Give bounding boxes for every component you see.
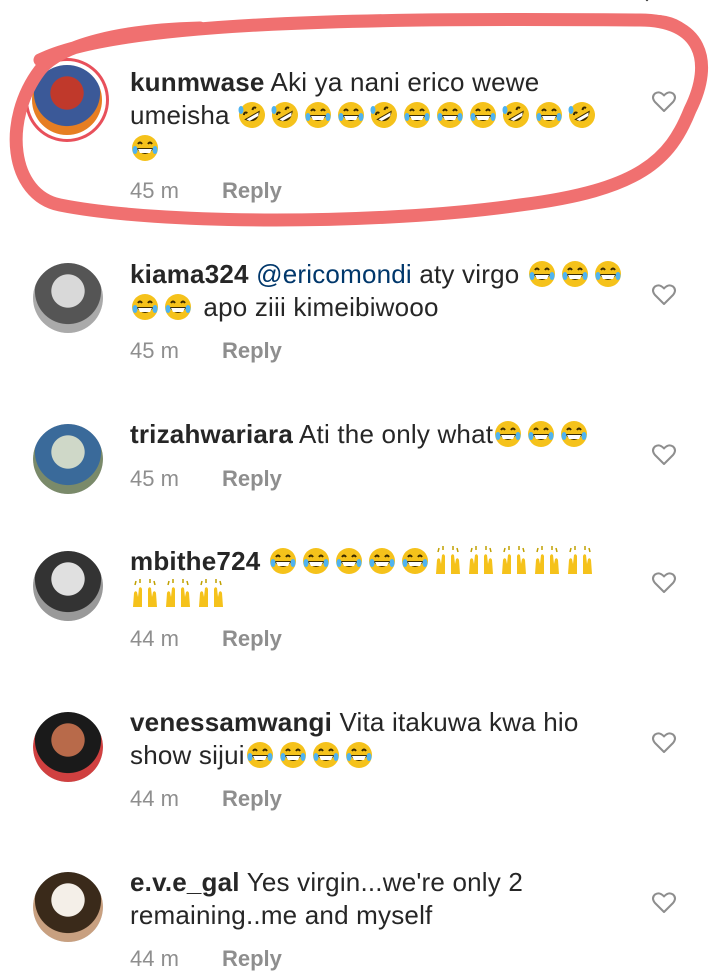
grinning-sweat-emoji-icon xyxy=(560,259,590,289)
rofl-emoji-icon xyxy=(270,100,300,130)
comment-meta: 44 m Reply xyxy=(130,786,282,812)
grinning-sweat-emoji-icon xyxy=(268,546,298,576)
reply-button[interactable]: Reply xyxy=(222,786,282,811)
comment-body xyxy=(260,546,267,576)
grinning-sweat-emoji-icon xyxy=(468,100,498,130)
avatar[interactable] xyxy=(33,712,103,782)
reply-button[interactable]: Reply xyxy=(222,946,282,971)
comment-text: venessamwangi Vita itakuwa kwa hio show … xyxy=(130,706,630,772)
grinning-sweat-emoji-icon xyxy=(336,100,366,130)
comment-text: kiama324 @ericomondi aty virgo apo ziii … xyxy=(130,258,630,324)
grinning-sweat-emoji-icon xyxy=(130,133,160,163)
grinning-sweat-emoji-icon xyxy=(435,100,465,130)
comment-meta: 45 m Reply xyxy=(130,338,282,364)
rofl-emoji-icon xyxy=(567,100,597,130)
grinning-sweat-emoji-icon xyxy=(303,100,333,130)
chevron-down-icon[interactable] xyxy=(640,0,654,6)
comment-username[interactable]: kunmwase xyxy=(130,67,265,97)
avatar[interactable] xyxy=(33,551,103,621)
avatar[interactable] xyxy=(33,424,103,494)
grinning-sweat-emoji-icon xyxy=(402,100,432,130)
raised-hands-emoji-icon xyxy=(196,579,226,609)
rofl-emoji-icon xyxy=(501,100,531,130)
like-heart-icon[interactable] xyxy=(651,731,677,755)
avatar[interactable] xyxy=(33,872,103,942)
like-heart-icon[interactable] xyxy=(651,443,677,467)
comment-meta: 45 m Reply xyxy=(130,178,282,204)
comment-meta: 44 m Reply xyxy=(130,626,282,652)
grinning-sweat-emoji-icon xyxy=(344,740,374,770)
comment-text: kunmwase Aki ya nani erico wewe umeisha xyxy=(130,66,630,165)
comment-timestamp: 45 m xyxy=(130,178,179,203)
grinning-sweat-emoji-icon xyxy=(278,740,308,770)
comment-meta: 44 m Reply xyxy=(130,946,282,972)
comment-timestamp: 44 m xyxy=(130,946,179,971)
grinning-sweat-emoji-icon xyxy=(493,419,523,449)
comment-timestamp: 45 m xyxy=(130,466,179,491)
comment-body: aty virgo xyxy=(411,259,527,289)
reply-button[interactable]: Reply xyxy=(222,178,282,203)
grinning-sweat-emoji-icon xyxy=(367,546,397,576)
grinning-sweat-emoji-icon xyxy=(527,259,557,289)
raised-hands-emoji-icon xyxy=(532,546,562,576)
avatar[interactable] xyxy=(33,263,103,333)
like-heart-icon[interactable] xyxy=(651,90,677,114)
reply-button[interactable]: Reply xyxy=(222,338,282,363)
avatar[interactable] xyxy=(25,58,109,142)
comment-text: mbithe724 xyxy=(130,545,630,611)
comment-timestamp: 45 m xyxy=(130,338,179,363)
grinning-sweat-emoji-icon xyxy=(559,419,589,449)
comment-body-continued: apo ziii kimeibiwooo xyxy=(196,292,439,322)
like-heart-icon[interactable] xyxy=(651,283,677,307)
raised-hands-emoji-icon xyxy=(499,546,529,576)
grinning-sweat-emoji-icon xyxy=(526,419,556,449)
comment-meta: 45 m Reply xyxy=(130,466,282,492)
grinning-sweat-emoji-icon xyxy=(593,259,623,289)
comment-username[interactable]: kiama324 xyxy=(130,259,249,289)
rofl-emoji-icon xyxy=(369,100,399,130)
reply-button[interactable]: Reply xyxy=(222,466,282,491)
comment-username[interactable]: mbithe724 xyxy=(130,546,260,576)
rofl-emoji-icon xyxy=(237,100,267,130)
comment-timestamp: 44 m xyxy=(130,786,179,811)
mention-link[interactable]: @ericomondi xyxy=(256,259,412,289)
raised-hands-emoji-icon xyxy=(433,546,463,576)
raised-hands-emoji-icon xyxy=(565,546,595,576)
raised-hands-emoji-icon xyxy=(163,579,193,609)
grinning-sweat-emoji-icon xyxy=(301,546,331,576)
grinning-sweat-emoji-icon xyxy=(130,292,160,322)
like-heart-icon[interactable] xyxy=(651,571,677,595)
grinning-sweat-emoji-icon xyxy=(311,740,341,770)
grinning-sweat-emoji-icon xyxy=(163,292,193,322)
grinning-sweat-emoji-icon xyxy=(534,100,564,130)
comment-username[interactable]: e.v.e_gal xyxy=(130,867,240,897)
like-heart-icon[interactable] xyxy=(651,891,677,915)
raised-hands-emoji-icon xyxy=(130,579,160,609)
raised-hands-emoji-icon xyxy=(466,546,496,576)
comment-username[interactable]: venessamwangi xyxy=(130,707,332,737)
comment-text: trizahwariara Ati the only what xyxy=(130,418,630,451)
comment-text: e.v.e_gal Yes virgin...we're only 2 rema… xyxy=(130,866,630,932)
comment-timestamp: 44 m xyxy=(130,626,179,651)
comment-username[interactable]: trizahwariara xyxy=(130,419,293,449)
reply-button[interactable]: Reply xyxy=(222,626,282,651)
comment-body: Ati the only what xyxy=(293,419,494,449)
grinning-sweat-emoji-icon xyxy=(334,546,364,576)
grinning-sweat-emoji-icon xyxy=(400,546,430,576)
grinning-sweat-emoji-icon xyxy=(245,740,275,770)
